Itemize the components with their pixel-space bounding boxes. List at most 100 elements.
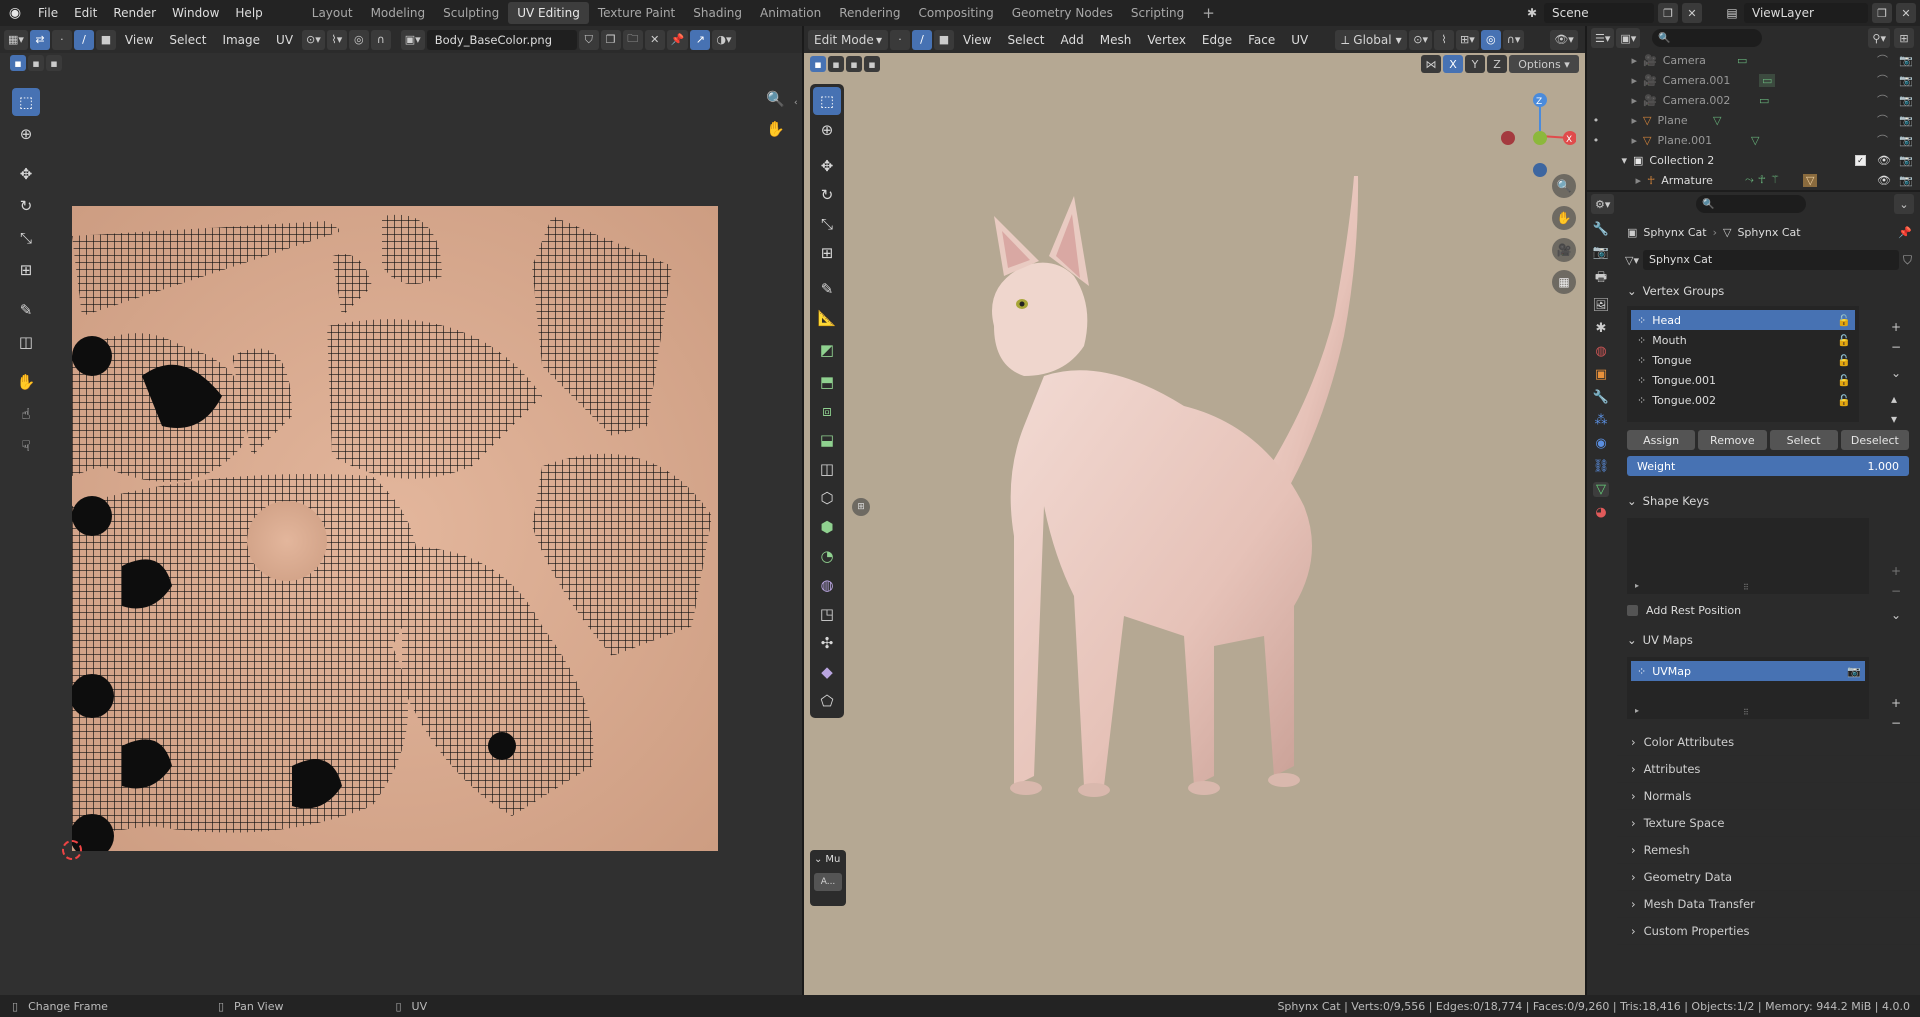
collection-checkbox[interactable]: ✓: [1855, 154, 1866, 166]
mesh-data-tab-icon[interactable]: ▽: [1593, 482, 1609, 497]
annotate-tool-icon[interactable]: ✎: [12, 296, 40, 324]
select-box-tool-icon[interactable]: ⬚: [12, 88, 40, 116]
editor-type-icon[interactable]: ▦▾: [4, 29, 28, 50]
view-layer-copy-icon[interactable]: ❐: [1872, 3, 1892, 23]
cursor-tool-icon[interactable]: ⊕: [12, 120, 40, 148]
vp-scale-tool-icon[interactable]: ⤡: [813, 210, 841, 238]
restrict-select-icon[interactable]: ⌒: [1877, 132, 1888, 148]
view-layer-tab-icon[interactable]: 🖼: [1593, 298, 1610, 313]
vertex-group-head[interactable]: ⁘ Head 🔓: [1631, 310, 1855, 330]
remove-uv-map-icon[interactable]: −: [1891, 716, 1901, 730]
mirror-z-toggle[interactable]: Z: [1487, 55, 1507, 73]
falloff-icon[interactable]: ∩: [370, 29, 391, 50]
vp-menu-mesh[interactable]: Mesh: [1093, 33, 1139, 47]
filter-icon[interactable]: ⚲▾: [1868, 28, 1890, 48]
mirror-icon[interactable]: ⋈: [1421, 55, 1441, 73]
vp-zoom-icon[interactable]: 🔍: [1552, 174, 1576, 198]
tab-uv-editing[interactable]: UV Editing: [508, 2, 589, 24]
vp-menu-add[interactable]: Add: [1054, 33, 1091, 47]
panel-texture-space[interactable]: › Texture Space: [1617, 810, 1920, 837]
tool-tab-icon[interactable]: 🔧: [1593, 222, 1609, 237]
restrict-select-icon[interactable]: ⌒: [1877, 112, 1888, 128]
select-button[interactable]: Select: [1769, 430, 1838, 450]
rip-region-tool-icon[interactable]: ⬠: [813, 687, 841, 715]
orientation-dropdown[interactable]: ⟂ Global ▾: [1335, 29, 1408, 50]
tab-rendering[interactable]: Rendering: [830, 2, 909, 24]
add-vertex-group-icon[interactable]: +: [1891, 320, 1901, 334]
pin-icon[interactable]: 📌: [1898, 226, 1912, 239]
fake-user-shield-icon[interactable]: ⛉: [1903, 253, 1912, 268]
vp-snap-target-icon[interactable]: ⊞▾: [1456, 29, 1479, 50]
vp-menu-select[interactable]: Select: [1000, 33, 1051, 47]
list-expand-icon[interactable]: ▸: [1635, 706, 1639, 715]
vp-edge-mode-icon[interactable]: /: [912, 29, 932, 50]
knife-tool-icon[interactable]: ⬡: [813, 484, 841, 512]
fake-user-icon[interactable]: ⛉: [578, 29, 599, 50]
tab-geometry-nodes[interactable]: Geometry Nodes: [1003, 2, 1122, 24]
transform-tool-icon[interactable]: ⊞: [12, 256, 40, 284]
mirror-y-toggle[interactable]: Y: [1465, 55, 1485, 73]
move-up-icon[interactable]: ▴: [1891, 392, 1901, 406]
loop-cut-tool-icon[interactable]: ◫: [813, 455, 841, 483]
menu-window[interactable]: Window: [164, 0, 227, 26]
sphynx-cat-model[interactable]: [964, 176, 1404, 826]
extend-selection-icon[interactable]: ▪: [28, 55, 44, 71]
move-down-icon[interactable]: ▾: [1891, 412, 1901, 426]
tab-animation[interactable]: Animation: [751, 2, 830, 24]
vertex-group-tongue[interactable]: ⁘ Tongue 🔓: [1631, 350, 1855, 370]
vp-menu-vertex[interactable]: Vertex: [1140, 33, 1193, 47]
grab-tool-icon[interactable]: ✋: [12, 368, 40, 396]
proportional-edit-icon[interactable]: ◎: [348, 29, 369, 50]
rip-tool-icon[interactable]: ◫: [12, 328, 40, 356]
eye-icon[interactable]: 👁: [1877, 154, 1891, 167]
properties-search-input[interactable]: 🔍: [1696, 195, 1807, 213]
lock-icon[interactable]: 🔓: [1837, 314, 1851, 327]
vp-menu-face[interactable]: Face: [1241, 33, 1282, 47]
output-tab-icon[interactable]: 🖶: [1595, 268, 1607, 290]
vp-menu-edge[interactable]: Edge: [1195, 33, 1239, 47]
edge-slide-tool-icon[interactable]: ◳: [813, 600, 841, 628]
menu-file[interactable]: File: [30, 0, 66, 26]
vertex-group-tongue-002[interactable]: ⁘ Tongue.002 🔓: [1631, 390, 1855, 410]
properties-editor-type-icon[interactable]: ⚙▾: [1591, 194, 1615, 214]
tab-scripting[interactable]: Scripting: [1122, 2, 1193, 24]
render-toggle-icon[interactable]: 📷: [1899, 134, 1913, 147]
render-toggle-icon[interactable]: 📷: [1899, 154, 1913, 167]
last-operator-panel[interactable]: ⌄ Mu A...: [810, 850, 846, 906]
outliner-row-plane-001[interactable]: • ▸ ▽ Plane.001 ▽ ⌒ 📷: [1587, 130, 1920, 150]
particles-tab-icon[interactable]: ⁂: [1595, 413, 1608, 428]
add-cube-tool-icon[interactable]: ◩: [813, 336, 841, 364]
scene-close-icon[interactable]: ✕: [1682, 3, 1702, 23]
restrict-select-icon[interactable]: ⌒: [1877, 52, 1888, 68]
vp-transform-tool-icon[interactable]: ⊞: [813, 239, 841, 267]
vp-visibility-icon[interactable]: 👁▾: [1550, 29, 1578, 50]
add-workspace-button[interactable]: +: [1193, 2, 1224, 24]
modifier-tab-icon[interactable]: 🔧: [1593, 390, 1609, 405]
world-tab-icon[interactable]: ◍: [1595, 344, 1606, 359]
add-rest-position-checkbox[interactable]: [1627, 605, 1638, 616]
poly-build-tool-icon[interactable]: ⬢: [813, 513, 841, 541]
zoom-view-icon[interactable]: 🔍: [766, 90, 785, 108]
material-tab-icon[interactable]: ◕: [1595, 505, 1606, 520]
panel-normals[interactable]: › Normals: [1617, 783, 1920, 810]
list-resize-grip-icon[interactable]: ⠿: [1743, 708, 1749, 717]
rotate-tool-icon[interactable]: ↻: [12, 192, 40, 220]
deselect-button[interactable]: Deselect: [1840, 430, 1909, 450]
relax-tool-icon[interactable]: ☝: [12, 400, 40, 428]
vp-new-selection-icon[interactable]: ▪: [810, 56, 826, 72]
assign-button[interactable]: Assign: [1627, 430, 1696, 450]
outliner-row-armature[interactable]: ▸ ☥ Armature ⤳☥⚚ ▽ 👁 📷: [1587, 170, 1920, 190]
add-uv-map-icon[interactable]: +: [1891, 696, 1901, 710]
vp-select-tool-icon[interactable]: ⬚: [813, 87, 841, 115]
new-image-icon[interactable]: ❐: [600, 29, 621, 50]
outliner-row-camera-001[interactable]: ▸ 🎥 Camera.001 ▭ ⌒ 📷: [1587, 70, 1920, 90]
tab-modeling[interactable]: Modeling: [362, 2, 435, 24]
add-rest-position-row[interactable]: Add Rest Position: [1627, 604, 1920, 617]
remove-vertex-group-icon[interactable]: −: [1891, 340, 1901, 354]
mesh-browse-icon[interactable]: ▽▾: [1625, 254, 1639, 267]
add-shape-key-icon[interactable]: +: [1891, 564, 1901, 578]
overlay-icon[interactable]: ◑▾: [712, 29, 736, 50]
active-render-camera-icon[interactable]: 📷: [1847, 665, 1861, 678]
panel-color-attributes[interactable]: › Color Attributes: [1617, 729, 1920, 756]
constraints-tab-icon[interactable]: ⛓: [1593, 459, 1610, 474]
